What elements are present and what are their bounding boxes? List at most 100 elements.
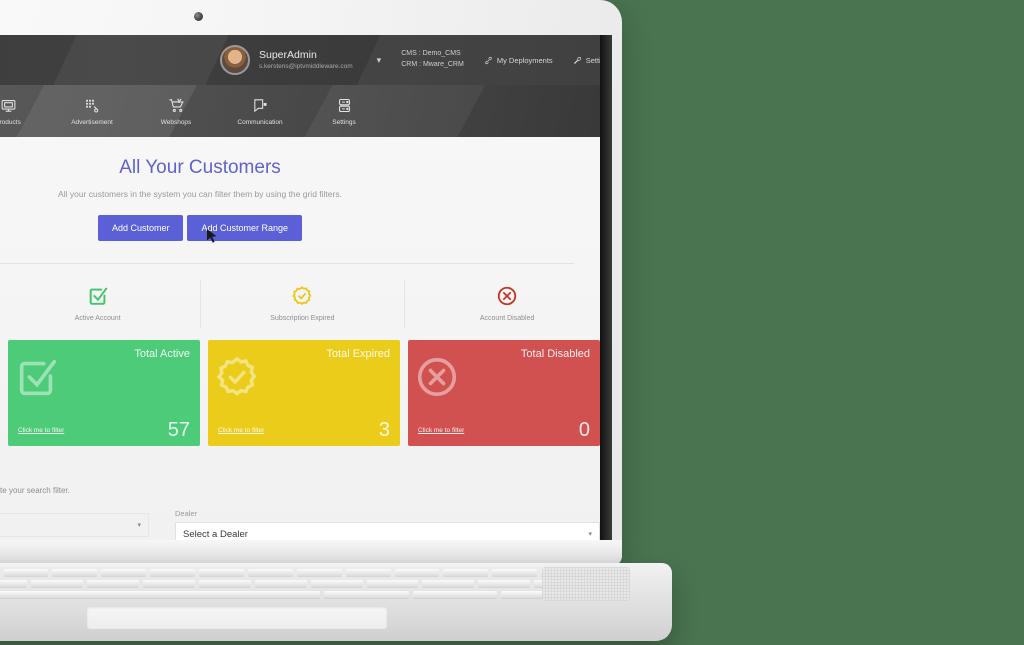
shopping-cart-icon	[168, 97, 184, 112]
section-divider	[0, 263, 574, 264]
stat-card-filter-link[interactable]: Click me to filter	[18, 427, 64, 434]
user-email: s.kerstens@iptvmiddleware.com	[259, 62, 353, 70]
nav-label-settings: Settings	[332, 118, 356, 126]
my-deployments-label: My Deployments	[496, 55, 553, 65]
filter-select-blank[interactable]: ▾	[0, 513, 149, 537]
nav-item-advertisement[interactable]: Advertisement	[68, 97, 116, 126]
screen-right-edge	[600, 35, 612, 540]
key	[247, 569, 293, 576]
key	[199, 569, 244, 576]
cms-line: CMS : Demo_CMS	[401, 50, 461, 58]
badge-check-icon	[291, 284, 313, 308]
nav-item-products[interactable]: Products	[0, 97, 32, 126]
stat-card-total-active[interactable]: Total Active Click me to filter 57	[8, 340, 200, 446]
key	[345, 569, 391, 576]
spacebar	[0, 591, 320, 598]
key	[366, 580, 419, 587]
key	[296, 569, 342, 576]
key	[422, 580, 475, 587]
key	[254, 580, 307, 587]
key	[3, 569, 49, 576]
legend-label-account-disabled: Account Disabled	[479, 315, 535, 322]
laptop-lid: SuperAdmin s.kerstens@iptvmiddleware.com…	[0, 0, 622, 566]
legend-item-account-disabled: Account Disabled	[405, 280, 610, 328]
page-title: All Your Customers	[119, 157, 281, 178]
my-deployments-link[interactable]: My Deployments	[484, 56, 553, 65]
key	[310, 580, 363, 587]
laptop-mockup: SuperAdmin s.kerstens@iptvmiddleware.com…	[0, 0, 680, 645]
app-topbar: SuperAdmin s.kerstens@iptvmiddleware.com…	[0, 35, 610, 85]
user-menu[interactable]: SuperAdmin s.kerstens@iptvmiddleware.com…	[220, 45, 381, 75]
nav-item-settings[interactable]: Settings	[320, 97, 368, 126]
page-body: All Your Customers All your customers in…	[0, 137, 610, 540]
key	[412, 591, 498, 598]
key	[324, 591, 409, 598]
key	[492, 569, 538, 576]
stat-card-count: 3	[378, 419, 390, 441]
page-subtitle: All your customers in the system you can…	[58, 189, 342, 199]
key	[143, 580, 196, 587]
badge-check-icon	[214, 354, 260, 405]
dealer-field-label: Dealer	[175, 509, 198, 518]
stat-cards: Total Trial Click me to filter 0 Total A…	[0, 340, 610, 446]
legend-label-active-account: Active Account	[74, 315, 121, 322]
stat-card-total-disabled[interactable]: Total Disabled Click me to filter 0	[408, 340, 600, 446]
nav-item-webshops[interactable]: Webshops	[152, 97, 200, 126]
key	[478, 580, 531, 587]
dealer-select[interactable]: Select a Dealer ▾	[175, 522, 600, 540]
nav-item-communication[interactable]: Communication	[236, 97, 284, 126]
servers-icon	[338, 98, 350, 112]
nav-label-communication: Communication	[237, 118, 283, 126]
filter-field-dealer: Dealer Select a Dealer ▾	[175, 509, 600, 540]
add-customer-range-button[interactable]: Add Customer Range	[187, 215, 303, 241]
legend-item-subscription-expired: Subscription Expired	[201, 280, 406, 328]
keyboard	[0, 567, 592, 601]
stat-card-filter-link[interactable]: Click me to filter	[218, 427, 264, 434]
checkbox-checked-icon	[14, 354, 60, 405]
legend-item-active-account: Active Account	[0, 280, 201, 328]
key	[52, 569, 98, 576]
filter-fields: ▾ Dealer Select a Dealer ▾	[0, 509, 600, 540]
stat-card-count: 57	[167, 419, 190, 441]
circle-x-icon	[414, 354, 460, 405]
stat-card-total-expired[interactable]: Total Expired Click me to filter 3	[208, 340, 400, 446]
page-actions: Add Customer Add Customer Range	[0, 215, 610, 241]
key	[0, 580, 28, 587]
key-row	[0, 567, 592, 578]
wrench-icon	[573, 56, 581, 64]
key	[31, 580, 84, 587]
link-icon	[485, 56, 492, 64]
filter-heading: Filter	[0, 464, 600, 476]
key-row	[0, 578, 592, 589]
chevron-down-icon: ▾	[137, 522, 141, 529]
add-customer-button[interactable]: Add Customer	[97, 215, 184, 241]
mouse-cursor-icon	[207, 229, 217, 243]
crm-line: CRM : Mware_CRM	[401, 61, 464, 68]
stat-card-title: Total Active	[134, 348, 190, 360]
key	[199, 580, 251, 587]
laptop-base	[0, 563, 672, 641]
chevron-down-icon[interactable]: ▾	[377, 55, 382, 66]
stat-card-title: Total Expired	[326, 348, 390, 360]
key	[150, 569, 195, 576]
avatar	[220, 45, 250, 75]
chevron-down-icon: ▾	[588, 531, 592, 538]
filter-description: Add filter fields to your query when don…	[0, 486, 70, 495]
screen: SuperAdmin s.kerstens@iptvmiddleware.com…	[0, 35, 610, 540]
filter-panel: Filter Add filter fields to your query w…	[0, 464, 610, 540]
trackpad[interactable]	[87, 607, 387, 629]
key	[87, 580, 140, 587]
laptop-bezel-top	[0, 0, 622, 35]
stat-card-filter-link[interactable]: Click me to filter	[418, 427, 464, 434]
app-navbar: Resellers Dealers	[0, 85, 610, 137]
filter-field-blank: ▾	[0, 509, 149, 540]
key-row	[0, 589, 592, 600]
legend-row: Trial Account Active Account	[0, 280, 610, 328]
key	[443, 569, 489, 576]
key	[101, 569, 147, 576]
speaker-grille	[542, 567, 630, 601]
user-name: SuperAdmin	[259, 49, 317, 62]
billboard-icon	[85, 99, 98, 112]
cms-crm-info: CMS : Demo_CMS CRM : Mware_CRM	[401, 49, 464, 71]
user-text: SuperAdmin s.kerstens@iptvmiddleware.com	[259, 49, 353, 70]
